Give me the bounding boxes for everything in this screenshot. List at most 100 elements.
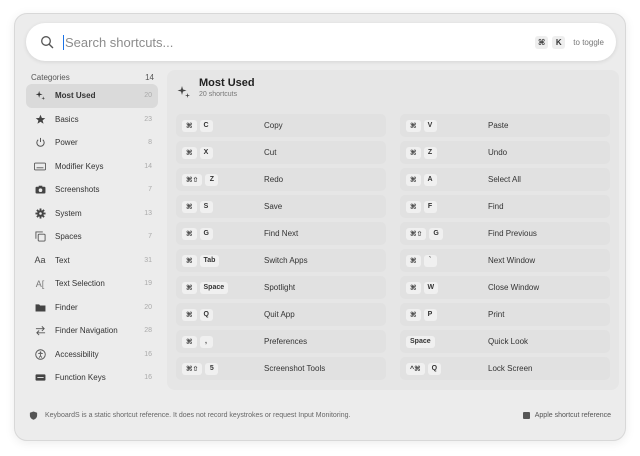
sidebar-item-text[interactable]: Aa Text 31 [26, 249, 158, 273]
key-cap: ⌘ [406, 200, 421, 213]
shortcut-keys: ⌘ G [182, 227, 264, 240]
sidebar-item-function-keys[interactable]: Function Keys 16 [26, 366, 158, 390]
key-cap: Z [423, 146, 437, 159]
shortcut-row[interactable]: ⌘ C Copy [176, 114, 386, 137]
shortcut-panel: Most Used 20 shortcuts ⌘ C Copy ⌘ V Paste ⌘ X Cu… [167, 70, 619, 390]
text-cursor-icon: A[ [35, 278, 45, 289]
sidebar-item-label: Accessibility [55, 349, 99, 359]
shortcut-row[interactable]: ⌘, Preferences [176, 330, 386, 353]
shortcut-keys: ⌘ C [182, 119, 264, 132]
key-cap: ⌘⇧ [182, 362, 203, 375]
shortcut-row[interactable]: ^⌘ Q Lock Screen [400, 357, 610, 380]
text-icon: Aa [34, 255, 46, 266]
shortcut-label: Print [488, 310, 505, 319]
key-cap: 5 [205, 362, 219, 375]
app-window: ⌘ K to toggle Categories 14 Most Used 20 B… [14, 13, 626, 441]
search-input[interactable] [65, 34, 535, 50]
sidebar-item-count: 7 [148, 186, 152, 194]
sidebar-item-label: Modifier Keys [55, 161, 104, 171]
sidebar-header: Categories 14 [26, 70, 158, 84]
sidebar-item-count: 31 [144, 256, 152, 264]
sidebar-item-label: System [55, 208, 82, 218]
shortcut-row[interactable]: ⌘ V Paste [400, 114, 610, 137]
shortcut-label: Find Next [264, 229, 299, 238]
shortcut-row[interactable]: ⌘⇧ 5 Screenshot Tools [176, 357, 386, 380]
shortcut-row[interactable]: ⌘⇧ G Find Previous [400, 222, 610, 245]
key-cap: ⌘ [182, 254, 197, 267]
sidebar-item-power[interactable]: Power 8 [26, 131, 158, 155]
key-cap: ⌘ [182, 335, 197, 348]
spaces-icon [34, 231, 46, 243]
key-cap: ⌘ [406, 281, 421, 294]
star-icon [34, 113, 46, 125]
shortcut-row[interactable]: ⌘ Tab Switch Apps [176, 249, 386, 272]
sidebar-item-most-used[interactable]: Most Used 20 [26, 84, 158, 108]
sidebar-item-count: 28 [144, 327, 152, 335]
key-cap: ⌘ [182, 281, 197, 294]
shortcut-row[interactable]: ⌘ A Select All [400, 168, 610, 191]
sidebar-item-count: 14 [144, 162, 152, 170]
shortcut-label: Select All [488, 175, 521, 184]
search-bar: ⌘ K to toggle [26, 23, 616, 61]
sidebar-item-finder-navigation[interactable]: Finder Navigation 28 [26, 319, 158, 343]
camera-icon [34, 184, 46, 196]
shortcut-keys: ⌘ X [182, 146, 264, 159]
shortcut-row[interactable]: Space Quick Look [400, 330, 610, 353]
shortcut-keys: ^⌘ Q [406, 362, 488, 375]
accessibility-icon [34, 348, 46, 360]
shortcut-row[interactable]: ⌘ X Cut [176, 141, 386, 164]
key-cap: F [423, 200, 437, 213]
sidebar-item-screenshots[interactable]: Screenshots 7 [26, 178, 158, 202]
shortcut-label: Quick Look [488, 337, 529, 346]
shortcut-row[interactable]: ⌘ G Find Next [176, 222, 386, 245]
sidebar-item-spaces[interactable]: Spaces 7 [26, 225, 158, 249]
sidebar-item-text-selection[interactable]: A[Text Selection 19 [26, 272, 158, 296]
key-cap: ⌘ [406, 308, 421, 321]
categories-sidebar: Categories 14 Most Used 20 Basics 23 Power 8 M… [26, 70, 158, 390]
sidebar-item-count: 16 [144, 374, 152, 382]
shortcut-label: Close Window [488, 283, 540, 292]
shortcut-keys: ⌘ V [406, 119, 488, 132]
key-cap: S [199, 200, 213, 213]
shortcut-label: Screenshot Tools [264, 364, 326, 373]
shortcut-keys: ⌘⇧ G [406, 227, 488, 240]
shortcut-row[interactable]: ⌘⇧ Z Redo [176, 168, 386, 191]
key-cap: ⌘ [534, 35, 549, 49]
sidebar-item-basics[interactable]: Basics 23 [26, 108, 158, 132]
arrows-icon [34, 325, 46, 337]
shortcut-row[interactable]: ⌘ ` Next Window [400, 249, 610, 272]
shortcut-row[interactable]: ⌘ Z Undo [400, 141, 610, 164]
shortcut-row[interactable]: ⌘ F Find [400, 195, 610, 218]
category-list: Most Used 20 Basics 23 Power 8 Modifier Keys 14… [26, 84, 158, 390]
shortcut-keys: ⌘⇧ Z [182, 173, 264, 186]
shortcut-keys: Space [406, 335, 488, 348]
sidebar-item-accessibility[interactable]: Accessibility 16 [26, 343, 158, 367]
sidebar-item-label: Text [55, 255, 70, 265]
shortcut-grid: ⌘ C Copy ⌘ V Paste ⌘ X Cut ⌘ Z Undo ⌘⇧ Z Redo ⌘ A Select … [176, 114, 610, 380]
folder-icon [34, 301, 46, 313]
shortcut-row[interactable]: ⌘ W Close Window [400, 276, 610, 299]
text-caret [63, 34, 64, 50]
sidebar-item-finder[interactable]: Finder 20 [26, 296, 158, 320]
sidebar-item-system[interactable]: System 13 [26, 202, 158, 226]
key-cap: ⌘ [406, 146, 421, 159]
shortcut-row[interactable]: ⌘ Q Quit App [176, 303, 386, 326]
search-icon [41, 36, 54, 49]
apple-reference-link[interactable]: Apple shortcut reference [522, 411, 611, 419]
key-cap: Q [199, 308, 213, 321]
shortcut-keys: ⌘ F [406, 200, 488, 213]
shortcut-row[interactable]: ⌘ Space Spotlight [176, 276, 386, 299]
shortcut-label: Paste [488, 121, 509, 130]
shortcut-row[interactable]: ⌘ S Save [176, 195, 386, 218]
shortcut-keys: ⌘ Q [182, 308, 264, 321]
key-cap: K [552, 35, 566, 49]
key-cap: G [429, 227, 443, 240]
sidebar-item-count: 8 [148, 139, 152, 147]
key-cap: ⌘⇧ [182, 173, 203, 186]
shortcut-keys: ⌘ Tab [182, 254, 264, 267]
shortcut-row[interactable]: ⌘ P Print [400, 303, 610, 326]
shortcut-label: Preferences [264, 337, 308, 346]
sidebar-total: 14 [145, 72, 154, 82]
sidebar-item-modifier-keys[interactable]: Modifier Keys 14 [26, 155, 158, 179]
shortcut-label: Cut [264, 148, 277, 157]
